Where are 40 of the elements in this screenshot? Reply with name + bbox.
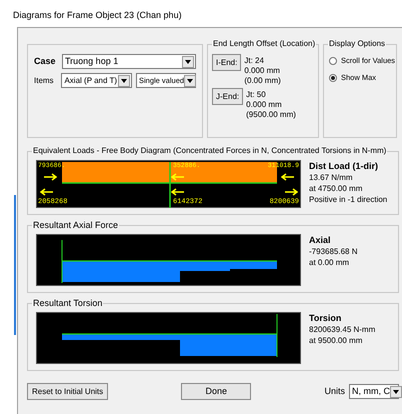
window-title: Diagrams for Frame Object 23 (Chan phu)	[13, 9, 182, 22]
end-button[interactable]: J-End:	[212, 88, 244, 105]
location-value: (0.00 mm)	[244, 76, 281, 86]
group-title: Display Options	[328, 38, 386, 50]
result-value: 13.67 N/mm	[309, 172, 354, 183]
result-heading: Axial	[309, 235, 332, 246]
case-label: Case	[34, 54, 57, 68]
result-value: at 9500.00 mm	[309, 335, 364, 346]
left-arrow-icon	[280, 173, 295, 181]
result-value: 8200639.45 N-mm	[309, 324, 376, 335]
group-title: End Length Offset (Location)	[212, 38, 316, 50]
offset-value: 0.000 mm	[246, 100, 283, 110]
radio-button[interactable]	[329, 74, 337, 82]
end-button[interactable]: I-End:	[212, 54, 242, 71]
result-value: at 0.00 mm	[309, 257, 350, 268]
offset-value: 0.000 mm	[244, 66, 281, 76]
result-value: at 4750.00 mm	[309, 183, 364, 194]
right-arrow-icon	[284, 188, 298, 196]
items-label: Items	[34, 74, 55, 86]
result-heading: Torsion	[309, 313, 342, 324]
right-arrow-icon	[43, 173, 58, 181]
group-title: Resultant Axial Force	[32, 219, 120, 231]
result-heading: Dist Load (1-dir)	[309, 161, 379, 172]
done-button[interactable]: Done	[181, 383, 252, 400]
result-value: -793685.68 N	[309, 246, 358, 257]
reset-button[interactable]: Reset to Initial Units	[27, 383, 108, 400]
left-arrow-icon	[170, 173, 185, 181]
left-arrow-icon	[40, 188, 54, 196]
radio-button[interactable]	[329, 56, 337, 65]
units-dropdown[interactable]: N, mm, C	[349, 384, 399, 399]
joint-label: Jt: 24	[244, 56, 265, 66]
result-value: Positive in -1 direction	[309, 194, 388, 205]
left-arrow-icon	[170, 188, 185, 196]
group-title: Resultant Torsion	[32, 297, 104, 309]
group-title: Equivalent Loads - Free Body Diagram (Concentrated Forces in N, Concentrated Torsions in N-mm)	[32, 145, 388, 157]
joint-label: Jt: 50	[246, 90, 267, 100]
units-label: Units	[324, 384, 345, 398]
items-dropdown[interactable]: Axial (P and T)	[61, 73, 132, 88]
case-dropdown[interactable]: Truong hop 1	[62, 54, 196, 69]
location-value: (9500.00 mm)	[246, 110, 296, 120]
